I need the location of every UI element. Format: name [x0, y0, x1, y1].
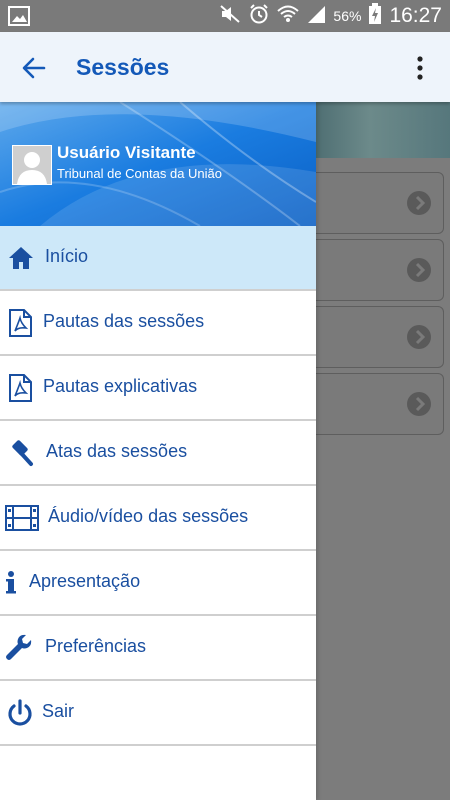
user-organization: Tribunal de Contas da União	[57, 166, 223, 181]
menu-item-pautas-das-sessoes[interactable]: Pautas das sessões	[0, 291, 316, 356]
app-bar: Sessões	[0, 32, 450, 102]
chevron-right-icon	[407, 191, 431, 215]
overflow-menu-icon[interactable]	[408, 54, 432, 82]
gallery-notification-icon	[8, 6, 30, 31]
dimmed-background-content[interactable]	[316, 102, 450, 800]
pdf-file-icon	[6, 374, 34, 402]
page-title: Sessões	[76, 54, 170, 80]
mute-icon	[219, 4, 241, 29]
navigation-drawer: Usuário Visitante Tribunal de Contas da …	[0, 102, 316, 800]
status-bar: 56% 16:27	[0, 0, 450, 32]
film-icon	[5, 504, 39, 532]
back-arrow-icon[interactable]	[20, 54, 48, 82]
clock: 16:27	[389, 4, 442, 27]
menu-item-inicio[interactable]: Início	[0, 226, 316, 291]
menu-item-label: Apresentação	[29, 571, 141, 591]
menu-item-atas-das-sessoes[interactable]: Atas das sessões	[0, 421, 316, 486]
menu-item-label: Início	[45, 246, 89, 266]
pdf-file-icon	[6, 309, 34, 337]
battery-percentage: 56%	[333, 8, 362, 24]
chevron-right-icon	[407, 325, 431, 349]
menu-item-label: Sair	[42, 701, 75, 721]
home-icon	[7, 244, 35, 272]
alarm-icon	[248, 3, 270, 30]
wrench-icon	[6, 634, 34, 662]
menu-item-pautas-explicativas[interactable]: Pautas explicativas	[0, 356, 316, 421]
info-icon	[4, 569, 18, 597]
menu-item-preferencias[interactable]: Preferências	[0, 616, 316, 681]
avatar	[12, 145, 52, 185]
background-card	[316, 172, 444, 234]
menu-item-label: Preferências	[45, 636, 147, 656]
chevron-right-icon	[407, 258, 431, 282]
menu-item-audio-video[interactable]: Áudio/vídeo das sessões	[0, 486, 316, 551]
menu-item-sair[interactable]: Sair	[0, 681, 316, 746]
chevron-right-icon	[407, 392, 431, 416]
signal-icon	[306, 4, 326, 29]
menu-item-label: Atas das sessões	[46, 441, 188, 461]
wifi-icon	[277, 4, 300, 29]
background-card	[316, 239, 444, 301]
menu-item-label: Áudio/vídeo das sessões	[48, 506, 249, 526]
drawer-menu: Início Pautas das sessões Pautas explica…	[0, 226, 316, 746]
menu-item-label: Pautas das sessões	[43, 311, 205, 331]
menu-item-apresentacao[interactable]: Apresentação	[0, 551, 316, 616]
menu-item-label: Pautas explicativas	[43, 376, 198, 396]
background-banner-image	[316, 102, 450, 158]
power-icon	[6, 699, 34, 727]
background-card	[316, 373, 444, 435]
drawer-header: Usuário Visitante Tribunal de Contas da …	[0, 102, 316, 226]
user-name: Usuário Visitante	[57, 143, 196, 162]
gavel-icon	[6, 439, 34, 467]
battery-charging-icon	[368, 2, 382, 30]
background-card	[316, 306, 444, 368]
